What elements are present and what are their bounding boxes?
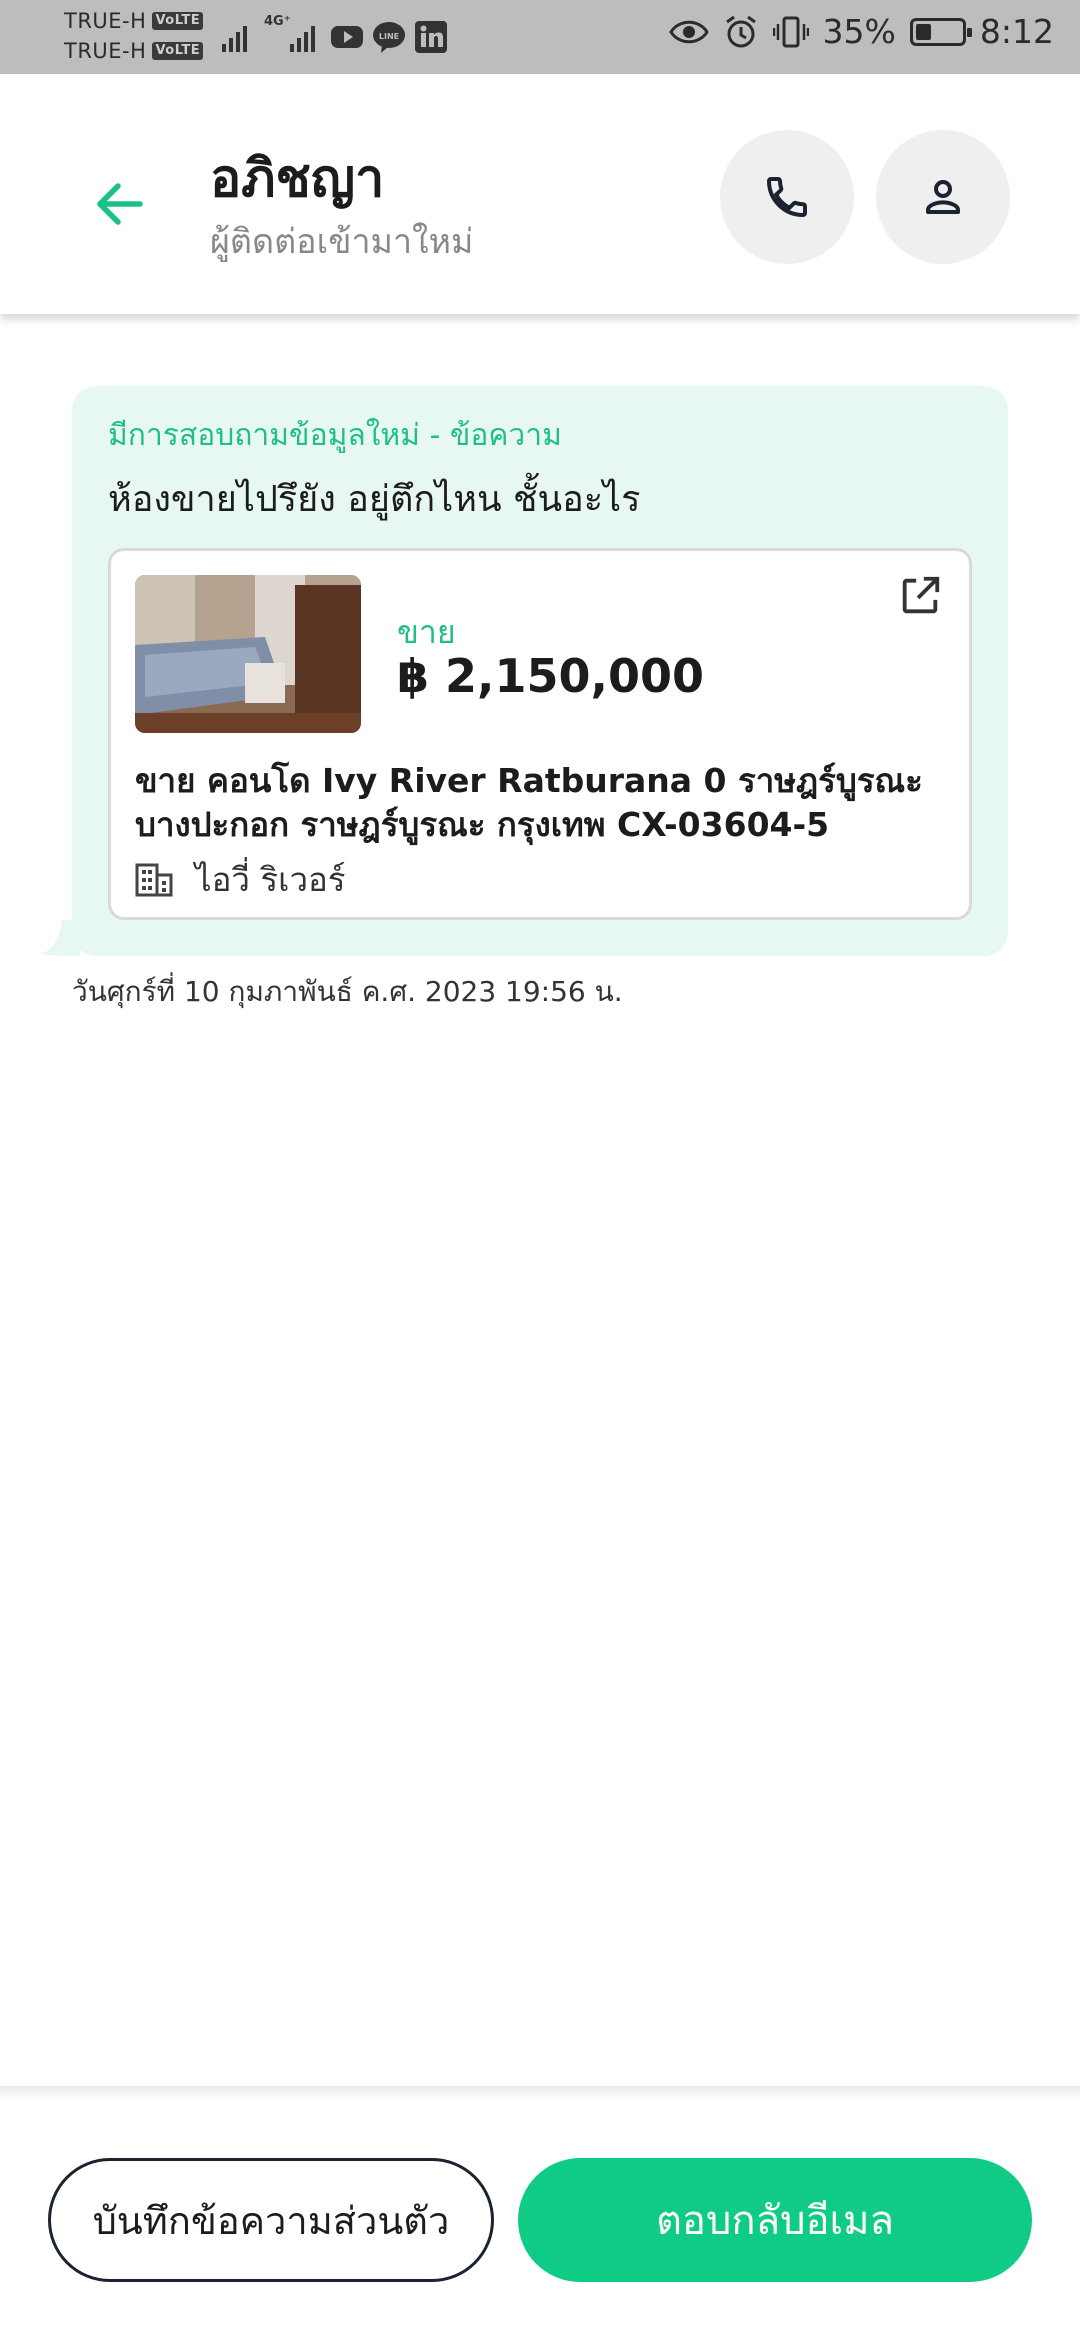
eye-icon <box>668 20 709 43</box>
clock: 8:12 <box>979 12 1054 51</box>
vibrate-icon <box>772 16 809 47</box>
message-text: ห้องขายไปรึยัง อยู่ตึกไหน ชั้นอะไร <box>108 479 641 520</box>
listing-photo <box>135 575 361 733</box>
project-row: ไอวี่ ริเวอร์ <box>135 853 346 906</box>
open-external-icon <box>902 576 940 614</box>
bottom-divider <box>0 2086 1080 2100</box>
building-icon <box>135 863 173 896</box>
phone-icon <box>766 177 807 218</box>
listing-title: ขาย คอนโด Ivy River Ratburana 0 ราษฎร์บู… <box>135 761 923 844</box>
contact-name: อภิชญา <box>210 149 385 209</box>
battery-icon <box>909 17 972 46</box>
back-button[interactable] <box>80 164 160 244</box>
linkedin-icon <box>415 21 447 53</box>
alarm-icon <box>725 15 756 47</box>
inquiry-label: มีการสอบถามข้อมูลใหม่ - ข้อความ <box>108 418 562 453</box>
line-icon: LINE <box>373 22 405 53</box>
private-note-button[interactable]: บันทึกข้อความส่วนตัว <box>48 2158 494 2282</box>
contact-profile-button[interactable] <box>876 130 1010 264</box>
call-button[interactable] <box>720 130 854 264</box>
contact-status: ผู้ติดต่อเข้ามาใหม่ <box>210 222 474 262</box>
chat-header: อภิชญา ผู้ติดต่อเข้ามาใหม่ <box>0 74 1080 314</box>
person-icon <box>926 180 960 214</box>
volte-badge: VoLTE <box>152 12 204 30</box>
message-bubble: มีการสอบถามข้อมูลใหม่ - ข้อความ ห้องขายไ… <box>72 386 1008 956</box>
listing-card[interactable]: ขาย ฿ 2,150,000 ขาย คอนโด Ivy River Ratb… <box>108 548 972 920</box>
open-listing-button[interactable] <box>893 569 947 623</box>
signal-icon <box>290 20 315 52</box>
network-type-label: 4G⁺ <box>264 14 291 29</box>
svg-text:LINE: LINE <box>379 32 399 41</box>
status-bar: TRUE-H VoLTE TRUE-H VoLTE 4G⁺ LINE 35% 8… <box>0 0 1080 74</box>
youtube-icon <box>331 26 363 48</box>
message-timestamp: วันศุกร์ที่ 10 กุมภาพันธ์ ค.ศ. 2023 19:5… <box>72 975 623 1008</box>
battery-fill <box>915 23 931 40</box>
project-name: ไอวี่ ริเวอร์ <box>195 860 346 899</box>
volte-badge: VoLTE <box>152 42 204 60</box>
status-right-group: 35% 8:12 <box>668 12 1054 51</box>
bottom-action-bar: บันทึกข้อความส่วนตัว ตอบกลับอีเมล <box>0 2100 1080 2340</box>
carrier-info: TRUE-H VoLTE TRUE-H VoLTE <box>64 6 204 66</box>
reply-email-button[interactable]: ตอบกลับอีเมล <box>518 2158 1032 2282</box>
carrier-name: TRUE-H <box>64 39 147 63</box>
back-arrow-icon <box>97 183 143 225</box>
signal-icon <box>222 20 247 52</box>
battery-percent: 35% <box>822 12 896 51</box>
listing-price: ฿ 2,150,000 <box>397 649 705 703</box>
carrier-name: TRUE-H <box>64 9 147 33</box>
